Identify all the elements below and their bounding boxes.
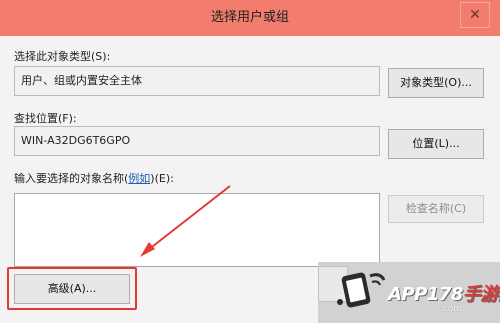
watermark-text-main: APP178 — [388, 284, 463, 305]
close-button[interactable]: ✕ — [460, 2, 490, 28]
object-type-field: 用户、组或内置安全主体 — [14, 66, 380, 96]
watermark-logo — [337, 272, 386, 308]
examples-link[interactable]: 例如 — [128, 172, 150, 185]
object-type-label: 选择此对象类型(S): — [14, 50, 111, 63]
object-types-button[interactable]: 对象类型(O)... — [388, 68, 484, 98]
window-title: 选择用户或组 — [210, 10, 289, 25]
close-icon: ✕ — [469, 7, 481, 23]
object-names-label-prefix: 输入要选择的对象名称( — [14, 172, 129, 185]
location-label: 查找位置(F): — [14, 112, 77, 125]
locations-button[interactable]: 位置(L)... — [388, 129, 484, 159]
watermark-url: .com — [440, 304, 463, 314]
check-names-button[interactable]: 检查名称(C) — [388, 195, 484, 223]
title-bar: 选择用户或组 ✕ — [0, 0, 500, 36]
watermark-text-accent: 手游网 — [462, 284, 500, 305]
object-names-label-suffix: )(E): — [150, 172, 174, 185]
object-names-input[interactable] — [14, 193, 380, 267]
watermark-text: APP178手游网 — [388, 280, 500, 306]
object-names-label: 输入要选择的对象名称(例如)(E): — [14, 170, 174, 186]
location-field: WIN-A32DG6T6GPO — [14, 126, 380, 156]
annotation-highlight-box — [7, 267, 137, 310]
